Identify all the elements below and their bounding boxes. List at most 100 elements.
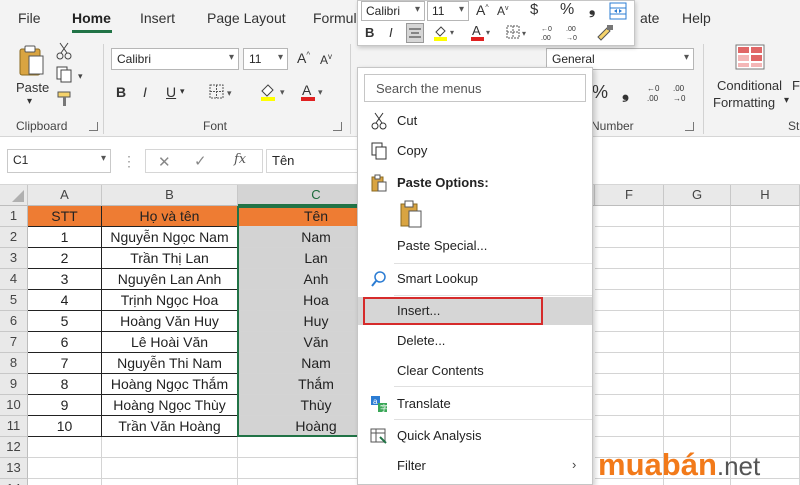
clipboard-launcher-icon[interactable] <box>89 122 98 131</box>
menu-item-paste-special[interactable]: Paste Special... <box>358 232 592 260</box>
row-header[interactable]: 9 <box>0 374 28 395</box>
insert-function-icon[interactable]: fx <box>234 152 246 167</box>
paste-button[interactable]: Paste <box>16 80 49 95</box>
font-size-combo[interactable]: 11 ▾ <box>243 48 288 70</box>
font-name-combo[interactable]: Calibri ▾ <box>111 48 239 70</box>
empty-cell[interactable] <box>731 395 800 416</box>
cell-stt[interactable]: 5 <box>28 311 102 332</box>
empty-cell[interactable] <box>595 395 664 416</box>
paste-option-keep-source-icon[interactable] <box>398 200 424 230</box>
tab-insert[interactable]: Insert <box>140 10 175 26</box>
row-header[interactable]: 6 <box>0 311 28 332</box>
decrease-decimal-icon[interactable]: .00 →0 <box>672 82 694 104</box>
empty-cell[interactable] <box>595 311 664 332</box>
mini-bold-button[interactable]: B <box>365 25 374 40</box>
mini-decrease-decimal-icon[interactable]: .00 →0 <box>565 23 587 43</box>
underline-button[interactable]: U <box>166 84 176 100</box>
empty-cell[interactable] <box>731 206 800 227</box>
empty-cell[interactable] <box>102 479 238 485</box>
tab-file[interactable]: File <box>18 10 41 26</box>
empty-cell[interactable] <box>102 458 238 479</box>
table-header-stt[interactable]: STT <box>28 206 102 227</box>
cell-stt[interactable]: 8 <box>28 374 102 395</box>
empty-cell[interactable] <box>664 227 731 248</box>
cell-stt[interactable]: 1 <box>28 227 102 248</box>
mini-italic-button[interactable]: I <box>389 25 393 40</box>
cell-stt[interactable]: 6 <box>28 332 102 353</box>
mini-font-size-combo[interactable]: 11 ▾ <box>427 1 469 21</box>
menu-item-filter[interactable]: Filter › <box>358 452 592 480</box>
copy-icon[interactable]: ▾ <box>56 66 86 84</box>
mini-font-name-combo[interactable]: Calibri ▾ <box>361 1 425 21</box>
empty-cell[interactable] <box>731 353 800 374</box>
mini-decrease-font-icon[interactable]: Av <box>497 4 509 18</box>
cell-ho-va-ten[interactable]: Nguyễn Ngọc Nam <box>102 227 238 248</box>
row-header[interactable]: 12 <box>0 437 28 458</box>
empty-cell[interactable] <box>595 374 664 395</box>
cell-stt[interactable]: 7 <box>28 353 102 374</box>
name-box[interactable]: C1 ▾ <box>7 149 111 173</box>
cell-ho-va-ten[interactable]: Lê Hoài Văn <box>102 332 238 353</box>
menu-item-quick-analysis[interactable]: Quick Analysis <box>358 422 592 450</box>
mini-comma-button[interactable]: ❟ <box>589 1 595 19</box>
row-header[interactable]: 3 <box>0 248 28 269</box>
cell-stt[interactable]: 9 <box>28 395 102 416</box>
conditional-formatting-icon[interactable] <box>735 44 765 70</box>
format-painter-icon[interactable] <box>56 90 74 108</box>
row-header[interactable]: 14 <box>0 479 28 485</box>
percent-style-button[interactable]: % <box>592 82 608 103</box>
formula-input[interactable]: Tên <box>266 149 358 173</box>
mini-accounting-format-button[interactable]: $ <box>530 1 538 18</box>
empty-cell[interactable] <box>28 479 102 485</box>
empty-cell[interactable] <box>664 374 731 395</box>
empty-cell[interactable] <box>595 353 664 374</box>
empty-cell[interactable] <box>595 248 664 269</box>
column-header-b[interactable]: B <box>102 185 238 206</box>
row-header[interactable]: 10 <box>0 395 28 416</box>
empty-cell[interactable] <box>595 290 664 311</box>
cell-ho-va-ten[interactable]: Hoàng Văn Huy <box>102 311 238 332</box>
column-header-g[interactable]: G <box>664 185 731 206</box>
tab-home[interactable]: Home <box>72 10 111 26</box>
tab-page-layout[interactable]: Page Layout <box>207 10 286 26</box>
cell-ho-va-ten[interactable]: Trịnh Ngọc Hoa <box>102 290 238 311</box>
italic-button[interactable]: I <box>143 84 147 100</box>
empty-cell[interactable] <box>595 332 664 353</box>
column-header-h[interactable]: H <box>731 185 800 206</box>
cut-icon[interactable] <box>56 42 72 60</box>
empty-cell[interactable] <box>595 416 664 437</box>
empty-cell[interactable] <box>102 437 238 458</box>
menu-item-smart-lookup[interactable]: Smart Lookup <box>358 265 592 293</box>
mini-increase-decimal-icon[interactable]: ←0.00 <box>540 23 562 43</box>
tab-data[interactable]: ate <box>640 10 659 26</box>
increase-decimal-icon[interactable]: ←0.00 <box>646 82 668 104</box>
cancel-icon[interactable]: ✕ <box>158 153 171 171</box>
bold-button[interactable]: B <box>116 84 126 100</box>
paste-icon[interactable] <box>16 44 46 78</box>
empty-cell[interactable] <box>731 248 800 269</box>
empty-cell[interactable] <box>731 332 800 353</box>
empty-cell[interactable] <box>28 437 102 458</box>
table-header-ho-va-ten[interactable]: Họ và tên <box>102 206 238 227</box>
row-header[interactable]: 1 <box>0 206 28 227</box>
decrease-font-size-icon[interactable]: Av <box>320 52 332 67</box>
mini-center-button[interactable] <box>406 23 424 43</box>
cell-stt[interactable]: 2 <box>28 248 102 269</box>
tab-formulas[interactable]: Formul <box>313 10 357 26</box>
row-header[interactable]: 13 <box>0 458 28 479</box>
borders-icon[interactable]: ▾ <box>208 83 236 101</box>
empty-cell[interactable] <box>664 248 731 269</box>
empty-cell[interactable] <box>664 332 731 353</box>
empty-cell[interactable] <box>664 416 731 437</box>
empty-cell[interactable] <box>731 269 800 290</box>
row-header[interactable]: 8 <box>0 353 28 374</box>
conditional-formatting-button[interactable]: Conditional <box>717 78 782 93</box>
empty-cell[interactable] <box>595 227 664 248</box>
menu-item-cut[interactable]: Cut <box>358 107 592 135</box>
menu-item-translate[interactable]: a字 Translate <box>358 390 592 418</box>
menu-item-copy[interactable]: Copy <box>358 137 592 165</box>
conditional-formatting-dropdown-icon[interactable]: ▾ <box>784 95 789 106</box>
cell-ho-va-ten[interactable]: Hoàng Ngọc Thắm <box>102 374 238 395</box>
empty-cell[interactable] <box>595 206 664 227</box>
cell-stt[interactable]: 10 <box>28 416 102 437</box>
